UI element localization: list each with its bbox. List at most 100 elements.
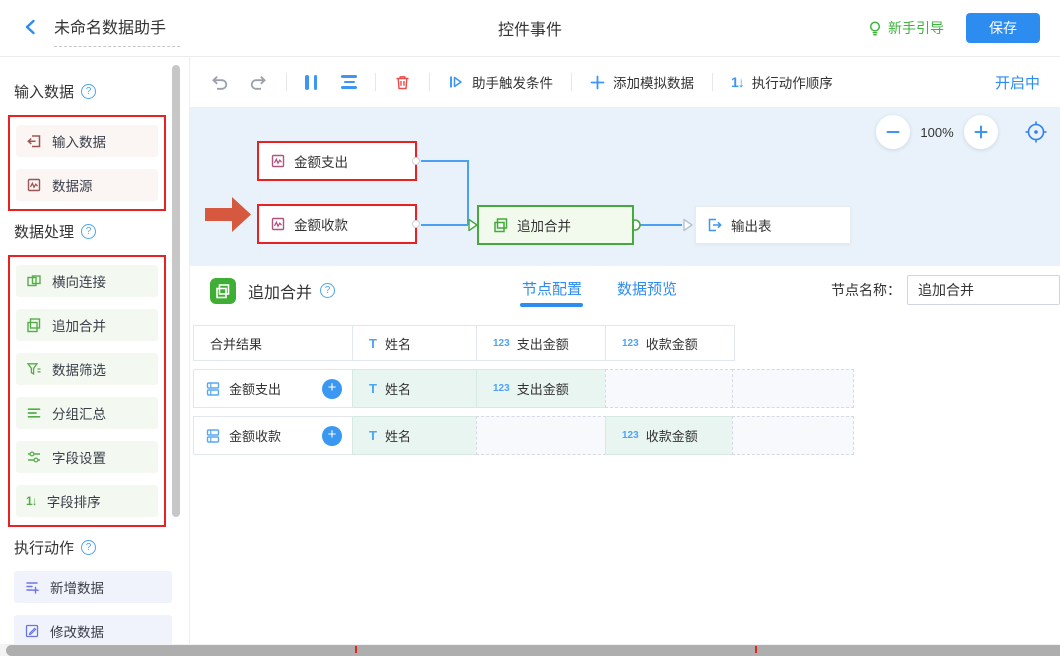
group-summary-icon <box>26 405 42 421</box>
empty-mapping-cell[interactable] <box>605 369 733 408</box>
topbar: 未命名数据助手 控件事件 新手引导 保存 <box>0 0 1060 57</box>
append-merge-badge-icon <box>210 278 236 304</box>
number-type-icon: 123 <box>622 338 639 349</box>
sidebar-item-modify-data[interactable]: 修改数据 <box>14 615 172 647</box>
sidebar-item-append-merge[interactable]: 追加合并 <box>16 309 158 341</box>
sidebar-item-field-sort[interactable]: 1↓ 字段排序 <box>16 485 158 517</box>
undo-button[interactable] <box>204 70 235 95</box>
sort-order-icon: 1↓ <box>731 74 744 90</box>
node-config-panel-header: 追加合并 ? 节点配置 数据预览 节点名称： <box>190 266 1060 315</box>
horizontal-scrollbar-thumb[interactable] <box>6 645 1060 656</box>
trigger-condition-label: 助手触发条件 <box>472 72 553 92</box>
node-label: 金额支出 <box>294 151 348 171</box>
datasource-chart-icon <box>270 216 286 232</box>
sidebar-item-label: 输入数据 <box>52 131 106 151</box>
mapping-cell[interactable]: T 姓名 <box>352 416 477 455</box>
output-port[interactable] <box>412 220 420 228</box>
tab-node-config[interactable]: 节点配置 <box>522 278 582 299</box>
table-header-row: 合并结果 T 姓名 123 支出金额 123 收款金额 <box>193 325 1060 361</box>
add-mock-data-label: 添加模拟数据 <box>613 72 694 92</box>
sidebar-item-input-data[interactable]: 输入数据 <box>16 125 158 157</box>
back-button[interactable] <box>20 16 42 41</box>
horizontal-scrollbar <box>0 644 1060 656</box>
zoom-out-button[interactable] <box>876 115 910 149</box>
node-label: 输出表 <box>731 215 772 235</box>
mapping-cell[interactable]: 123 支出金额 <box>476 369 606 408</box>
flow-canvas[interactable]: 金额支出 金额收款 追加合并 <box>190 107 1060 266</box>
lightbulb-icon <box>867 20 883 37</box>
tutorial-highlight-box: 横向连接 追加合并 数据筛选 <box>8 255 166 527</box>
tutorial-red-tick <box>355 646 357 653</box>
chevron-left-icon <box>22 18 40 36</box>
node-output-table[interactable]: 输出表 <box>695 206 851 244</box>
sidebar-item-horizontal-join[interactable]: 横向连接 <box>16 265 158 297</box>
sidebar-item-label: 新增数据 <box>50 577 104 597</box>
help-icon[interactable]: ? <box>81 540 96 555</box>
sidebar-scrollbar-thumb[interactable] <box>172 65 180 517</box>
vertical-layout-button[interactable] <box>299 71 323 94</box>
save-button[interactable]: 保存 <box>966 13 1040 43</box>
target-icon <box>1024 120 1048 144</box>
delete-button[interactable] <box>388 70 417 95</box>
add-mock-data-button[interactable]: 添加模拟数据 <box>584 68 700 96</box>
node-amount-income[interactable]: 金额收款 <box>257 204 417 244</box>
text-type-icon: T <box>369 381 377 396</box>
mapping-cell[interactable]: T 姓名 <box>352 369 477 408</box>
toolbar-divider <box>286 73 287 91</box>
output-port[interactable] <box>412 157 420 165</box>
section-title-data-process: 数据处理 ? <box>14 221 189 242</box>
action-order-label: 执行动作顺序 <box>752 72 833 92</box>
modify-data-icon <box>24 623 40 639</box>
guide-label: 新手引导 <box>888 18 944 38</box>
horizontal-layout-button[interactable] <box>335 71 363 93</box>
empty-mapping-cell[interactable] <box>476 416 606 455</box>
sidebar-item-label: 数据筛选 <box>52 359 106 379</box>
canvas-toolbar: 助手触发条件 添加模拟数据 1↓ 执行动作顺序 开启中 <box>190 57 1060 107</box>
source-cell-income: 金额收款 + <box>193 416 353 455</box>
locate-center-button[interactable] <box>1024 120 1048 144</box>
empty-mapping-cell[interactable] <box>732 416 854 455</box>
zoom-in-button[interactable] <box>964 115 998 149</box>
sidebar-item-label: 数据源 <box>52 175 93 195</box>
help-icon[interactable]: ? <box>81 224 96 239</box>
status-toggle[interactable]: 开启中 <box>995 72 1040 93</box>
action-order-button[interactable]: 1↓ 执行动作顺序 <box>725 68 839 96</box>
trigger-condition-button[interactable]: 助手触发条件 <box>442 68 559 96</box>
table-row: 金额支出 + T 姓名 123 支出金额 <box>193 369 1060 408</box>
tab-data-preview[interactable]: 数据预览 <box>617 278 677 299</box>
horizontal-bars-icon <box>341 75 357 89</box>
header-cell-income-amount: 123 收款金额 <box>605 325 735 361</box>
empty-mapping-cell[interactable] <box>732 369 854 408</box>
merge-config-table: 合并结果 T 姓名 123 支出金额 123 收款金额 <box>190 315 1060 656</box>
sidebar-item-field-settings[interactable]: 字段设置 <box>16 441 158 473</box>
datasource-chart-icon <box>26 177 42 193</box>
append-merge-icon <box>493 217 509 233</box>
document-title[interactable]: 未命名数据助手 <box>54 10 180 47</box>
import-icon <box>26 133 42 149</box>
sidebar-item-datasource[interactable]: 数据源 <box>16 169 158 201</box>
sidebar-item-group-summary[interactable]: 分组汇总 <box>16 397 158 429</box>
guide-button[interactable]: 新手引导 <box>867 18 944 38</box>
mapping-cell[interactable]: 123 收款金额 <box>605 416 733 455</box>
sidebar-item-data-filter[interactable]: 数据筛选 <box>16 353 158 385</box>
help-icon[interactable]: ? <box>81 84 96 99</box>
help-icon[interactable]: ? <box>320 283 335 298</box>
header-cell-expense-amount: 123 支出金额 <box>476 325 606 361</box>
sidebar-item-add-data[interactable]: 新增数据 <box>14 571 172 603</box>
node-append-merge[interactable]: 追加合并 <box>477 205 634 245</box>
tutorial-red-tick <box>755 646 757 653</box>
add-field-button[interactable]: + <box>322 379 342 399</box>
node-amount-expense[interactable]: 金额支出 <box>257 141 417 181</box>
plus-icon <box>590 75 605 90</box>
node-label: 追加合并 <box>517 215 571 235</box>
node-label: 金额收款 <box>294 214 348 234</box>
redo-button[interactable] <box>243 70 274 95</box>
source-label: 金额支出 <box>229 379 281 398</box>
add-field-button[interactable]: + <box>322 426 342 446</box>
source-label: 金额收款 <box>229 426 281 445</box>
node-name-input[interactable] <box>907 275 1060 305</box>
number-type-icon: 123 <box>493 383 510 394</box>
undo-icon <box>210 74 229 91</box>
sort-icon: 1↓ <box>26 495 37 507</box>
table-rows-icon <box>205 381 221 397</box>
